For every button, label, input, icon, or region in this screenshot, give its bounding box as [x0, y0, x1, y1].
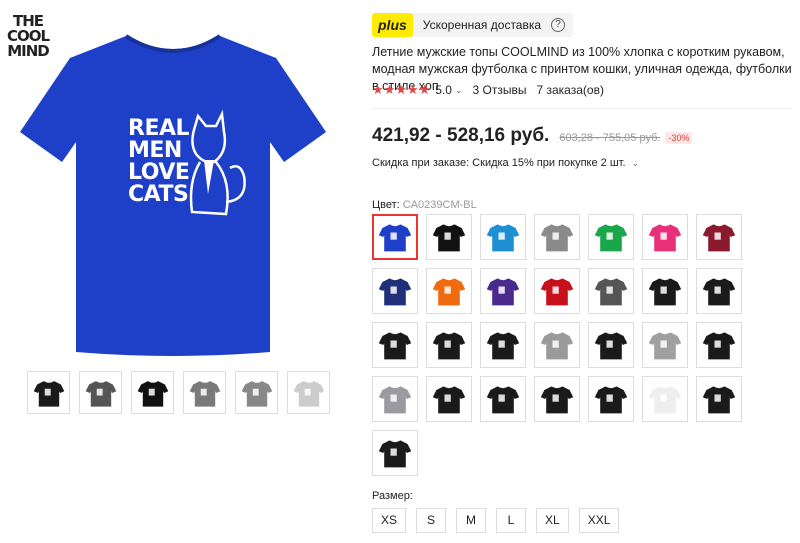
shirt-print-text: REAL MEN LOVE CATS: [128, 116, 190, 207]
color-swatch[interactable]: [696, 214, 742, 260]
color-swatch[interactable]: [588, 376, 634, 422]
thumbnail-4[interactable]: [183, 371, 226, 414]
thumbnail-6[interactable]: [287, 371, 330, 414]
color-swatch[interactable]: [372, 376, 418, 422]
color-swatch[interactable]: [642, 376, 688, 422]
color-swatches: [372, 214, 742, 476]
price: 421,92 - 528,16 руб.: [372, 125, 550, 146]
color-swatch[interactable]: [588, 214, 634, 260]
color-swatch[interactable]: [696, 376, 742, 422]
color-swatch[interactable]: [426, 322, 472, 368]
rating-row: ★★★★★ 5.0 ⌄ 3 Отзывы 7 заказа(ов): [372, 82, 604, 98]
color-swatch[interactable]: [426, 376, 472, 422]
rating-stars: ★★★★★: [372, 82, 431, 97]
color-swatch[interactable]: [426, 268, 472, 314]
color-swatch[interactable]: [696, 322, 742, 368]
color-selected-value: CA0239CM-BL: [402, 199, 477, 211]
size-option-m[interactable]: M: [456, 508, 487, 533]
color-swatch[interactable]: [588, 322, 634, 368]
size-option-xxl[interactable]: XXL: [578, 508, 620, 533]
size-label: Размер:: [372, 490, 413, 502]
discount-badge: -30%: [665, 132, 693, 144]
shipping-banner: plus Ускоренная доставка ?: [372, 13, 574, 37]
color-swatch[interactable]: [372, 214, 418, 260]
color-swatch[interactable]: [372, 322, 418, 368]
color-swatch[interactable]: [534, 376, 580, 422]
color-swatch[interactable]: [372, 430, 418, 476]
color-swatch[interactable]: [480, 322, 526, 368]
size-option-xl[interactable]: XL: [536, 508, 569, 533]
color-swatch[interactable]: [480, 268, 526, 314]
orders-count: 7 заказа(ов): [536, 83, 604, 97]
divider: [372, 108, 792, 109]
color-swatch[interactable]: [642, 268, 688, 314]
old-price: 603,28 - 755,05 руб.: [559, 132, 661, 144]
size-option-s[interactable]: S: [416, 508, 447, 533]
rating-value[interactable]: 5.0: [435, 83, 452, 97]
price-row: 421,92 - 528,16 руб. 603,28 - 755,05 руб…: [372, 125, 693, 147]
size-option-l[interactable]: L: [496, 508, 527, 533]
reviews-link[interactable]: 3 Отзывы: [473, 83, 527, 97]
color-label: Цвет: CA0239CM-BL: [372, 199, 477, 211]
color-swatch[interactable]: [534, 214, 580, 260]
bulk-discount[interactable]: Скидка при заказе: Скидка 15% при покупк…: [372, 157, 639, 169]
color-swatch[interactable]: [642, 322, 688, 368]
thumbnail-2[interactable]: [79, 371, 122, 414]
color-swatch[interactable]: [588, 268, 634, 314]
color-label-text: Цвет:: [372, 199, 400, 211]
size-option-xs[interactable]: XS: [372, 508, 407, 533]
color-swatch[interactable]: [372, 268, 418, 314]
chevron-down-icon[interactable]: ⌄: [455, 85, 463, 96]
help-icon[interactable]: ?: [551, 18, 566, 32]
color-swatch[interactable]: [642, 214, 688, 260]
thumbnail-1[interactable]: [27, 371, 70, 414]
thumbnail-5[interactable]: [235, 371, 278, 414]
color-swatch[interactable]: [480, 376, 526, 422]
thumbnail-strip: [27, 371, 330, 414]
thumbnail-3[interactable]: [131, 371, 174, 414]
bulk-discount-text: Скидка при заказе: Скидка 15% при покупк…: [372, 157, 626, 169]
main-product-image[interactable]: THE COOL MIND REAL MEN LOVE CATS: [0, 0, 350, 362]
plus-badge: plus: [372, 13, 413, 37]
color-swatch[interactable]: [426, 214, 472, 260]
color-swatch[interactable]: [696, 268, 742, 314]
color-swatch[interactable]: [534, 322, 580, 368]
color-swatch[interactable]: [534, 268, 580, 314]
shipping-text: Ускоренная доставка: [422, 18, 542, 32]
color-swatch[interactable]: [480, 214, 526, 260]
chevron-down-icon: ⌄: [631, 158, 640, 168]
size-options: XS S M L XL XXL: [372, 508, 620, 533]
